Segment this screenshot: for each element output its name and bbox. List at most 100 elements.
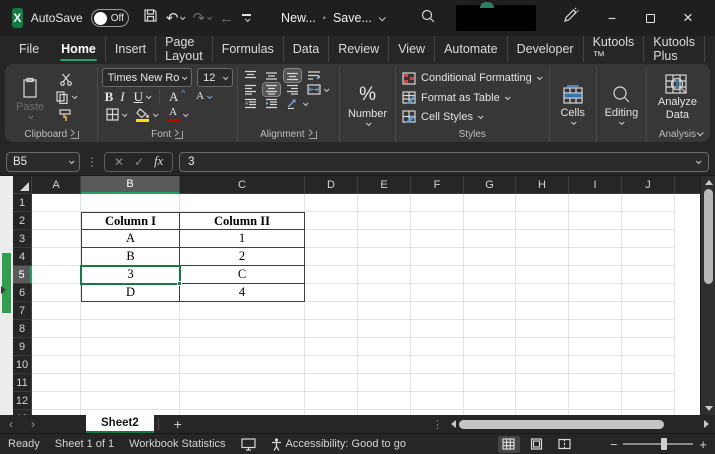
row-header-8[interactable]: 8 (13, 320, 32, 338)
grid-cell-D9[interactable] (305, 338, 358, 356)
cut-button[interactable] (57, 72, 75, 87)
grid-cell-A3[interactable] (32, 230, 81, 248)
grid-cell-B12[interactable] (81, 392, 180, 410)
accessibility-status[interactable]: Accessibility: Good to go (271, 437, 406, 451)
format-painter-button[interactable] (56, 108, 75, 123)
alignment-dialog-launcher[interactable] (308, 130, 317, 139)
increase-font-button[interactable]: A ^ (167, 89, 187, 104)
grid-cell-B10[interactable] (81, 356, 180, 374)
column-header-B[interactable]: B (81, 176, 180, 194)
display-settings-icon[interactable] (240, 437, 256, 451)
grid-cell-A12[interactable] (32, 392, 81, 410)
save-icon[interactable] (143, 8, 158, 28)
grid-cell-D4[interactable] (305, 248, 358, 266)
grid-cell-I10[interactable] (569, 356, 622, 374)
tab-home[interactable]: Home (52, 36, 106, 62)
grid-cell-F2[interactable] (411, 212, 464, 230)
grid-cell-D10[interactable] (305, 356, 358, 374)
grid-cell-C1[interactable] (180, 194, 305, 212)
tab-data[interactable]: Data (284, 36, 330, 62)
grid-cell-G4[interactable] (464, 248, 516, 266)
grid-cell-B11[interactable] (81, 374, 180, 392)
grid-cell-E12[interactable] (358, 392, 411, 410)
grid-cell-G13[interactable] (464, 410, 516, 415)
view-normal-button[interactable] (497, 435, 520, 453)
column-header-J[interactable]: J (622, 176, 675, 194)
workbook-statistics[interactable]: Workbook Statistics (129, 438, 225, 450)
grid-cell-J8[interactable] (622, 320, 675, 338)
grid-cell-E11[interactable] (358, 374, 411, 392)
align-top-button[interactable] (242, 69, 259, 82)
font-color-button[interactable]: A (165, 106, 189, 123)
wrap-text-button[interactable] (305, 69, 323, 82)
underline-button[interactable]: U (132, 89, 152, 104)
tab-file[interactable]: File (10, 36, 48, 62)
grid-cell-F5[interactable] (411, 266, 464, 284)
grid-cell-J11[interactable] (622, 374, 675, 392)
grid-cell-F1[interactable] (411, 194, 464, 212)
pane-expand-arrow-icon[interactable] (1, 286, 6, 294)
grid-cell-J3[interactable] (622, 230, 675, 248)
font-name-select[interactable]: Times New Ro (101, 68, 193, 87)
select-all-corner[interactable] (13, 176, 32, 194)
paste-button[interactable]: Paste (11, 68, 49, 127)
grid-cell-G9[interactable] (464, 338, 516, 356)
grid-cell-B13[interactable] (81, 410, 180, 415)
grid-cell-G6[interactable] (464, 284, 516, 302)
grid-cell-D11[interactable] (305, 374, 358, 392)
tab-kutools-plus[interactable]: Kutools Plus (644, 35, 705, 63)
table-cell[interactable]: 4 (180, 284, 305, 302)
column-header-H[interactable]: H (516, 176, 569, 194)
grid-cell-D12[interactable] (305, 392, 358, 410)
cells-button[interactable]: Cells (555, 83, 589, 127)
grid-cell-I6[interactable] (569, 284, 622, 302)
grid-cell-E5[interactable] (358, 266, 411, 284)
font-size-select[interactable]: 12 (197, 68, 233, 87)
grid-cell-H6[interactable] (516, 284, 569, 302)
decrease-font-button[interactable]: A (194, 90, 213, 103)
grid-cell-I13[interactable] (569, 410, 622, 415)
zoom-slider-handle[interactable] (661, 438, 668, 450)
grid-cell-A2[interactable] (32, 212, 81, 230)
new-sheet-button[interactable]: + (163, 415, 193, 433)
grid-cell-G5[interactable] (464, 266, 516, 284)
grid-cell-J9[interactable] (622, 338, 675, 356)
row-header-7[interactable]: 7 (13, 302, 32, 320)
grid-cell-F7[interactable] (411, 302, 464, 320)
increase-indent-button[interactable] (263, 97, 280, 110)
row-header-5[interactable]: 5 (13, 266, 32, 284)
scroll-up-icon[interactable] (705, 180, 713, 185)
grid-cell-C13[interactable] (180, 410, 305, 415)
view-page-break-button[interactable] (554, 436, 576, 453)
table-cell[interactable]: 1 (180, 230, 305, 248)
scroll-down-icon[interactable] (705, 406, 713, 411)
grid-cell-F11[interactable] (411, 374, 464, 392)
grid-cell-I7[interactable] (569, 302, 622, 320)
grid-cell-I1[interactable] (569, 194, 622, 212)
align-center-button[interactable] (261, 82, 281, 97)
row-header-9[interactable]: 9 (13, 338, 32, 356)
horizontal-scrollbar[interactable] (451, 418, 709, 430)
grid-cell-D5[interactable] (305, 266, 358, 284)
sheet-tab-active[interactable]: Sheet2 (86, 415, 154, 433)
grid-cell-D6[interactable] (305, 284, 358, 302)
grid-cell-A10[interactable] (32, 356, 81, 374)
grid-cell-A4[interactable] (32, 248, 81, 266)
name-box[interactable]: B5 (6, 151, 80, 172)
grid-cell-I2[interactable] (569, 212, 622, 230)
grid-cell-G1[interactable] (464, 194, 516, 212)
grid-cell-H13[interactable] (516, 410, 569, 415)
table-cell[interactable]: C (180, 266, 305, 284)
cancel-icon[interactable]: ✕ (114, 155, 124, 169)
conditional-formatting-button[interactable]: Conditional Formatting (402, 69, 545, 87)
tab-formulas[interactable]: Formulas (213, 36, 284, 62)
back-button[interactable]: ← (219, 11, 234, 26)
grid-cell-J12[interactable] (622, 392, 675, 410)
row-header-11[interactable]: 11 (13, 374, 32, 392)
tab-help[interactable]: Help (705, 36, 715, 62)
search-icon[interactable] (420, 8, 436, 29)
row-header-4[interactable]: 4 (13, 248, 32, 266)
grid-cell-G8[interactable] (464, 320, 516, 338)
align-bottom-button[interactable] (282, 68, 302, 83)
editing-button[interactable]: Editing (600, 83, 644, 127)
